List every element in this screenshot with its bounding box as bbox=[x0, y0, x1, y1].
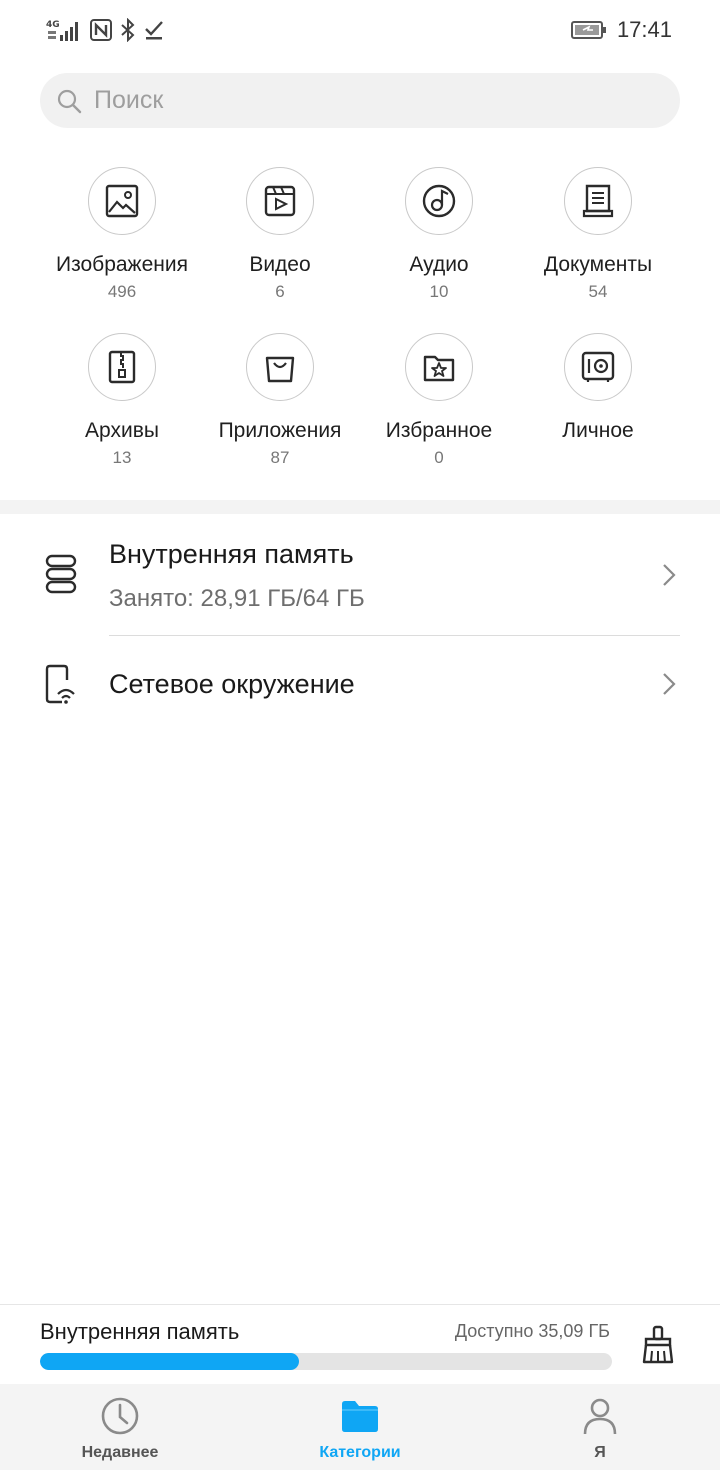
category-label: Видео bbox=[249, 253, 311, 276]
category-count: 54 bbox=[588, 282, 608, 301]
folder-icon bbox=[340, 1396, 380, 1436]
storage-summary-title: Внутренняя память bbox=[40, 1319, 240, 1344]
status-bar: 4G 17:41 bbox=[0, 0, 720, 60]
category-count: 0 bbox=[434, 448, 444, 467]
nav-me-label: Я bbox=[594, 1444, 606, 1461]
nav-recent-label: Недавнее bbox=[81, 1444, 159, 1461]
chevron-right-icon bbox=[663, 564, 676, 586]
category-label: Изображения bbox=[56, 253, 188, 276]
download-done-icon bbox=[144, 19, 164, 41]
category-count: 13 bbox=[112, 448, 132, 467]
document-icon bbox=[582, 184, 614, 218]
category-apps-circle[interactable] bbox=[246, 333, 314, 401]
network-neighborhood-row[interactable]: Сетевое окружение bbox=[0, 636, 720, 736]
storage-summary-bar[interactable]: Внутренняя память Доступно 35,09 ГБ bbox=[0, 1304, 720, 1384]
category-count: 496 bbox=[107, 282, 137, 301]
category-private[interactable]: Личное bbox=[518, 333, 678, 448]
category-documents[interactable]: Документы 54 bbox=[518, 167, 678, 302]
chevron-right-icon bbox=[663, 673, 676, 695]
video-icon bbox=[264, 185, 296, 217]
category-apps[interactable]: Приложения 87 bbox=[200, 333, 360, 468]
category-video[interactable]: Видео 6 bbox=[200, 167, 360, 302]
nav-me[interactable]: Я bbox=[480, 1384, 720, 1470]
signal-icon: 4G bbox=[46, 17, 82, 43]
internal-storage-row[interactable]: Внутренняя память Занято: 28,91 ГБ/64 ГБ bbox=[0, 515, 720, 635]
status-icons-right: 17:41 bbox=[570, 16, 672, 44]
category-archives[interactable]: Архивы 13 bbox=[42, 333, 202, 468]
internal-storage-usage: Занято: 28,91 ГБ/64 ГБ bbox=[109, 585, 365, 612]
bluetooth-icon bbox=[120, 18, 136, 42]
category-count: 6 bbox=[275, 282, 285, 301]
network-device-icon bbox=[44, 664, 78, 706]
safe-icon bbox=[581, 351, 615, 382]
category-private-circle[interactable] bbox=[564, 333, 632, 401]
internal-storage-title: Внутренняя память bbox=[109, 539, 354, 569]
nav-categories-label: Категории bbox=[319, 1444, 401, 1461]
clock-icon bbox=[100, 1396, 140, 1436]
nav-recent[interactable]: Недавнее bbox=[0, 1384, 240, 1470]
storage-progress-fill bbox=[40, 1353, 299, 1370]
nfc-icon bbox=[90, 19, 112, 41]
storage-available-text: Доступно 35,09 ГБ bbox=[454, 1321, 610, 1341]
broom-icon bbox=[642, 1325, 674, 1364]
status-icons-left: 4G bbox=[46, 16, 164, 44]
image-icon bbox=[105, 184, 139, 218]
cleanup-button[interactable] bbox=[636, 1323, 680, 1367]
search-input[interactable] bbox=[94, 86, 654, 115]
audio-icon bbox=[422, 184, 456, 218]
category-audio[interactable]: Аудио 10 bbox=[359, 167, 519, 302]
person-icon bbox=[580, 1396, 620, 1436]
storage-icon bbox=[44, 553, 78, 595]
category-audio-circle[interactable] bbox=[405, 167, 473, 235]
nav-categories[interactable]: Категории bbox=[240, 1384, 480, 1470]
category-label: Приложения bbox=[218, 419, 342, 442]
category-label: Личное bbox=[562, 419, 634, 442]
bottom-navigation: Недавнее Категории Я bbox=[0, 1384, 720, 1470]
category-label: Избранное bbox=[385, 419, 493, 442]
category-favorites-circle[interactable] bbox=[405, 333, 473, 401]
category-label: Аудио bbox=[409, 253, 469, 276]
archive-icon bbox=[108, 350, 136, 384]
category-archives-circle[interactable] bbox=[88, 333, 156, 401]
category-count: 87 bbox=[270, 448, 290, 467]
network-neighborhood-title: Сетевое окружение bbox=[109, 669, 355, 699]
search-icon bbox=[57, 89, 82, 113]
storage-progress-bar bbox=[40, 1353, 612, 1370]
category-images[interactable]: Изображения 496 bbox=[42, 167, 202, 302]
clock-time: 17:41 bbox=[616, 17, 672, 42]
category-video-circle[interactable] bbox=[246, 167, 314, 235]
category-count: 10 bbox=[429, 282, 449, 301]
search-bar[interactable] bbox=[40, 73, 680, 128]
section-separator bbox=[0, 500, 720, 514]
category-documents-circle[interactable] bbox=[564, 167, 632, 235]
category-images-circle[interactable] bbox=[88, 167, 156, 235]
category-favorites[interactable]: Избранное 0 bbox=[359, 333, 519, 468]
category-label: Документы bbox=[543, 253, 653, 276]
category-label: Архивы bbox=[85, 419, 159, 442]
battery-charging-icon bbox=[570, 20, 607, 40]
svg-text:4G: 4G bbox=[46, 20, 60, 30]
favorites-star-icon bbox=[423, 355, 455, 382]
app-bag-icon bbox=[265, 356, 295, 383]
